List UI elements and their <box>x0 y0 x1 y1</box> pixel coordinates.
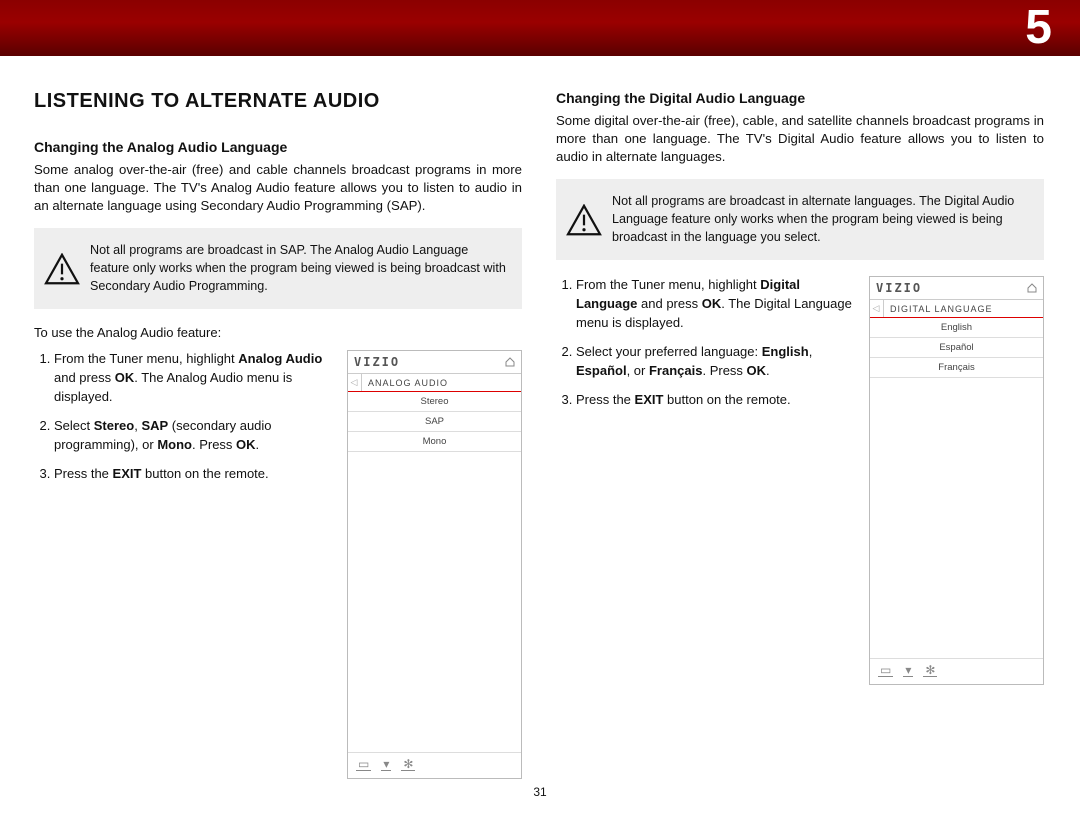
chevron-down-icon: ▾ <box>903 664 913 677</box>
wide-icon: ▭ <box>878 664 893 677</box>
digital-menu-title: DIGITAL LANGUAGE <box>884 301 999 317</box>
tv-brand: VIZIO <box>354 355 400 369</box>
menu-option: English <box>870 318 1043 338</box>
digital-intro: Some digital over-the-air (free), cable,… <box>556 112 1044 165</box>
analog-lead: To use the Analog Audio feature: <box>34 325 522 340</box>
digital-step-1: From the Tuner menu, highlight Digital L… <box>576 276 855 333</box>
menu-option: SAP <box>348 412 521 432</box>
digital-note-box: Not all programs are broadcast in altern… <box>556 179 1044 260</box>
analog-step-3: Press the EXIT button on the remote. <box>54 465 333 484</box>
menu-option: Stereo <box>348 392 521 412</box>
chapter-number: 5 <box>1025 0 1052 55</box>
analog-heading: Changing the Analog Audio Language <box>34 139 522 155</box>
analog-steps: From the Tuner menu, highlight Analog Au… <box>34 350 333 779</box>
analog-note-box: Not all programs are broadcast in SAP. T… <box>34 228 522 309</box>
digital-step-3: Press the EXIT button on the remote. <box>576 391 855 410</box>
chevron-down-icon: ▾ <box>381 758 391 771</box>
digital-menu-screenshot: VIZIO ◁ DIGITAL LANGUAGE English Español… <box>869 276 1044 685</box>
analog-menu-title: ANALOG AUDIO <box>362 375 454 391</box>
menu-option: Mono <box>348 432 521 452</box>
chapter-header: 5 <box>0 0 1080 56</box>
analog-step-2: Select Stereo, SAP (secondary audio prog… <box>54 417 333 455</box>
page-body: LISTENING TO ALTERNATE AUDIO Changing th… <box>0 56 1080 779</box>
menu-option: Français <box>870 358 1043 378</box>
right-column: Changing the Digital Audio Language Some… <box>556 90 1044 779</box>
section-headline: LISTENING TO ALTERNATE AUDIO <box>34 90 522 113</box>
analog-intro: Some analog over-the-air (free) and cabl… <box>34 161 522 214</box>
page-number: 31 <box>0 785 1080 799</box>
gear-icon: ✻ <box>401 758 415 771</box>
left-column: LISTENING TO ALTERNATE AUDIO Changing th… <box>34 90 522 779</box>
analog-menu-screenshot: VIZIO ◁ ANALOG AUDIO Stereo SAP Mono ▭ ▾ <box>347 350 522 779</box>
analog-step-1: From the Tuner menu, highlight Analog Au… <box>54 350 333 407</box>
warning-icon <box>44 253 80 285</box>
home-icon <box>1027 283 1037 293</box>
back-icon: ◁ <box>348 374 362 391</box>
warning-icon <box>566 204 602 236</box>
digital-note-text: Not all programs are broadcast in altern… <box>612 193 1028 246</box>
digital-heading: Changing the Digital Audio Language <box>556 90 1044 106</box>
digital-steps: From the Tuner menu, highlight Digital L… <box>556 276 855 685</box>
digital-step-2: Select your preferred language: English,… <box>576 343 855 381</box>
wide-icon: ▭ <box>356 758 371 771</box>
menu-option: Español <box>870 338 1043 358</box>
analog-note-text: Not all programs are broadcast in SAP. T… <box>90 242 506 295</box>
gear-icon: ✻ <box>923 664 937 677</box>
tv-footer-icons: ▭ ▾ ✻ <box>878 664 1035 677</box>
tv-footer-icons: ▭ ▾ ✻ <box>356 758 513 771</box>
home-icon <box>505 357 515 367</box>
back-icon: ◁ <box>870 300 884 317</box>
tv-brand: VIZIO <box>876 281 922 295</box>
